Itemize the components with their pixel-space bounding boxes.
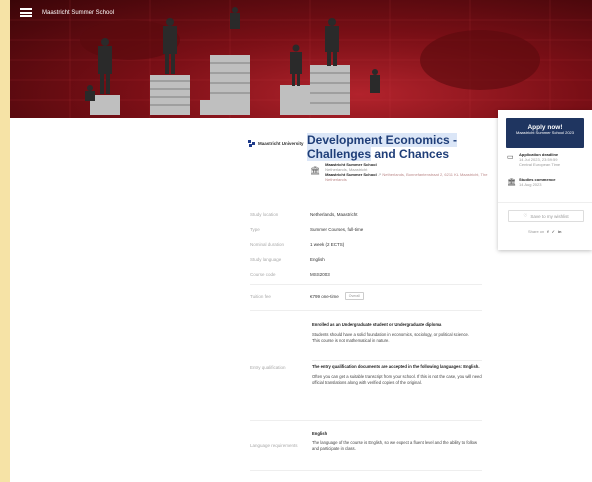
hero-image [10, 0, 592, 118]
language-requirements-label: Language requirements [250, 443, 298, 448]
entry-heading: The entry qualification documents are ac… [312, 364, 480, 369]
divider [250, 310, 482, 311]
twitter-icon[interactable]: ✓ [552, 229, 555, 234]
fact-value: MSS2003 [310, 272, 330, 277]
fact-row: Type Summer Courses, full-time [250, 222, 482, 237]
fact-row: Study location Netherlands, Maastricht [250, 207, 482, 222]
fact-row: Nominal duration 1 week (2 ECTS) [250, 237, 482, 252]
divider [312, 360, 482, 361]
tuition-row: Tuition fee €799 one-time Overall [250, 292, 482, 300]
site-name[interactable]: Maastricht Summer School [42, 10, 114, 16]
left-edge-strip [0, 0, 10, 482]
apply-button-sublabel: Maastricht Summer School 2023 [515, 130, 575, 135]
apply-now-button[interactable]: Apply now! Maastricht Summer School 2023 [506, 118, 584, 148]
fact-value: Netherlands, Maastricht [310, 212, 358, 217]
fact-key: Nominal duration [250, 242, 285, 247]
share-label: Share on [528, 229, 545, 234]
facebook-icon[interactable]: f [547, 229, 548, 234]
card-divider [498, 202, 592, 203]
divider [250, 284, 482, 285]
fact-row: Study language English [250, 252, 482, 267]
studies-commence: 🏛 Studies commence 14 Aug 2023 [507, 177, 555, 188]
entry-requirement-2: The entry qualification documents are ac… [312, 364, 482, 386]
entry-heading: Enrolled as an Undergraduate student or … [312, 322, 442, 327]
university-logo-icon [248, 140, 255, 147]
start-date: 14 Aug 2023 [519, 181, 542, 187]
tuition-value: €799 one-time [310, 293, 339, 299]
hamburger-menu-icon[interactable] [20, 8, 32, 17]
language-heading: English [312, 431, 328, 436]
institution-icon: 🏛 [310, 166, 321, 175]
fact-key: Course code [250, 272, 276, 277]
entry-text: Often you can get a suitable transcript … [312, 374, 482, 385]
external-link-icon: ↗ [377, 172, 382, 177]
tuition-badge: Overall [344, 292, 364, 300]
save-to-wishlist-button[interactable]: ♡ Save to my wishlist [508, 210, 584, 222]
course-title-rest: and Chances [374, 147, 450, 161]
entry-requirement-1: Enrolled as an Undergraduate student or … [312, 322, 482, 344]
calendar-icon: ▭ [507, 154, 514, 161]
university-logo[interactable]: Maastricht University [248, 140, 304, 147]
application-deadline: ▭ Application deadline 14 Jul 2023, 23:5… [507, 152, 561, 167]
fact-value: Summer Courses, full-time [310, 227, 364, 232]
entry-qualification-label: Entry qualification [250, 365, 286, 370]
course-title: Development Economics - Challenges and C… [307, 133, 485, 161]
fact-value: 1 week (2 ECTS) [310, 242, 345, 247]
wishlist-label: Save to my wishlist [530, 213, 569, 219]
entry-text: This course is not mathematical in natur… [312, 338, 390, 343]
fact-key: Study language [250, 257, 282, 262]
divider [250, 470, 482, 471]
deadline-timezone: Central European Time [519, 161, 561, 167]
fact-key: Type [250, 227, 260, 232]
fact-key: Study location [250, 212, 279, 217]
hero-banner: Maastricht Summer School [10, 0, 592, 118]
language-text: The language of the course is English, s… [312, 440, 478, 451]
school-info: 🏛 Maastricht Summer School Netherlands, … [310, 162, 488, 182]
university-name: Maastricht University [258, 141, 304, 146]
institution-icon: 🏛 [507, 179, 516, 186]
linkedin-icon[interactable]: in [558, 229, 562, 234]
divider [250, 420, 482, 421]
fact-value: English [310, 257, 325, 262]
course-facts: Study location Netherlands, Maastricht T… [250, 207, 482, 282]
tuition-key: Tuition fee [250, 293, 271, 299]
fact-row: Course code MSS2003 [250, 267, 482, 282]
heart-icon: ♡ [523, 213, 528, 218]
language-requirement: English The language of the course is En… [312, 431, 482, 452]
share-row: Share on f ✓ in [528, 229, 562, 234]
